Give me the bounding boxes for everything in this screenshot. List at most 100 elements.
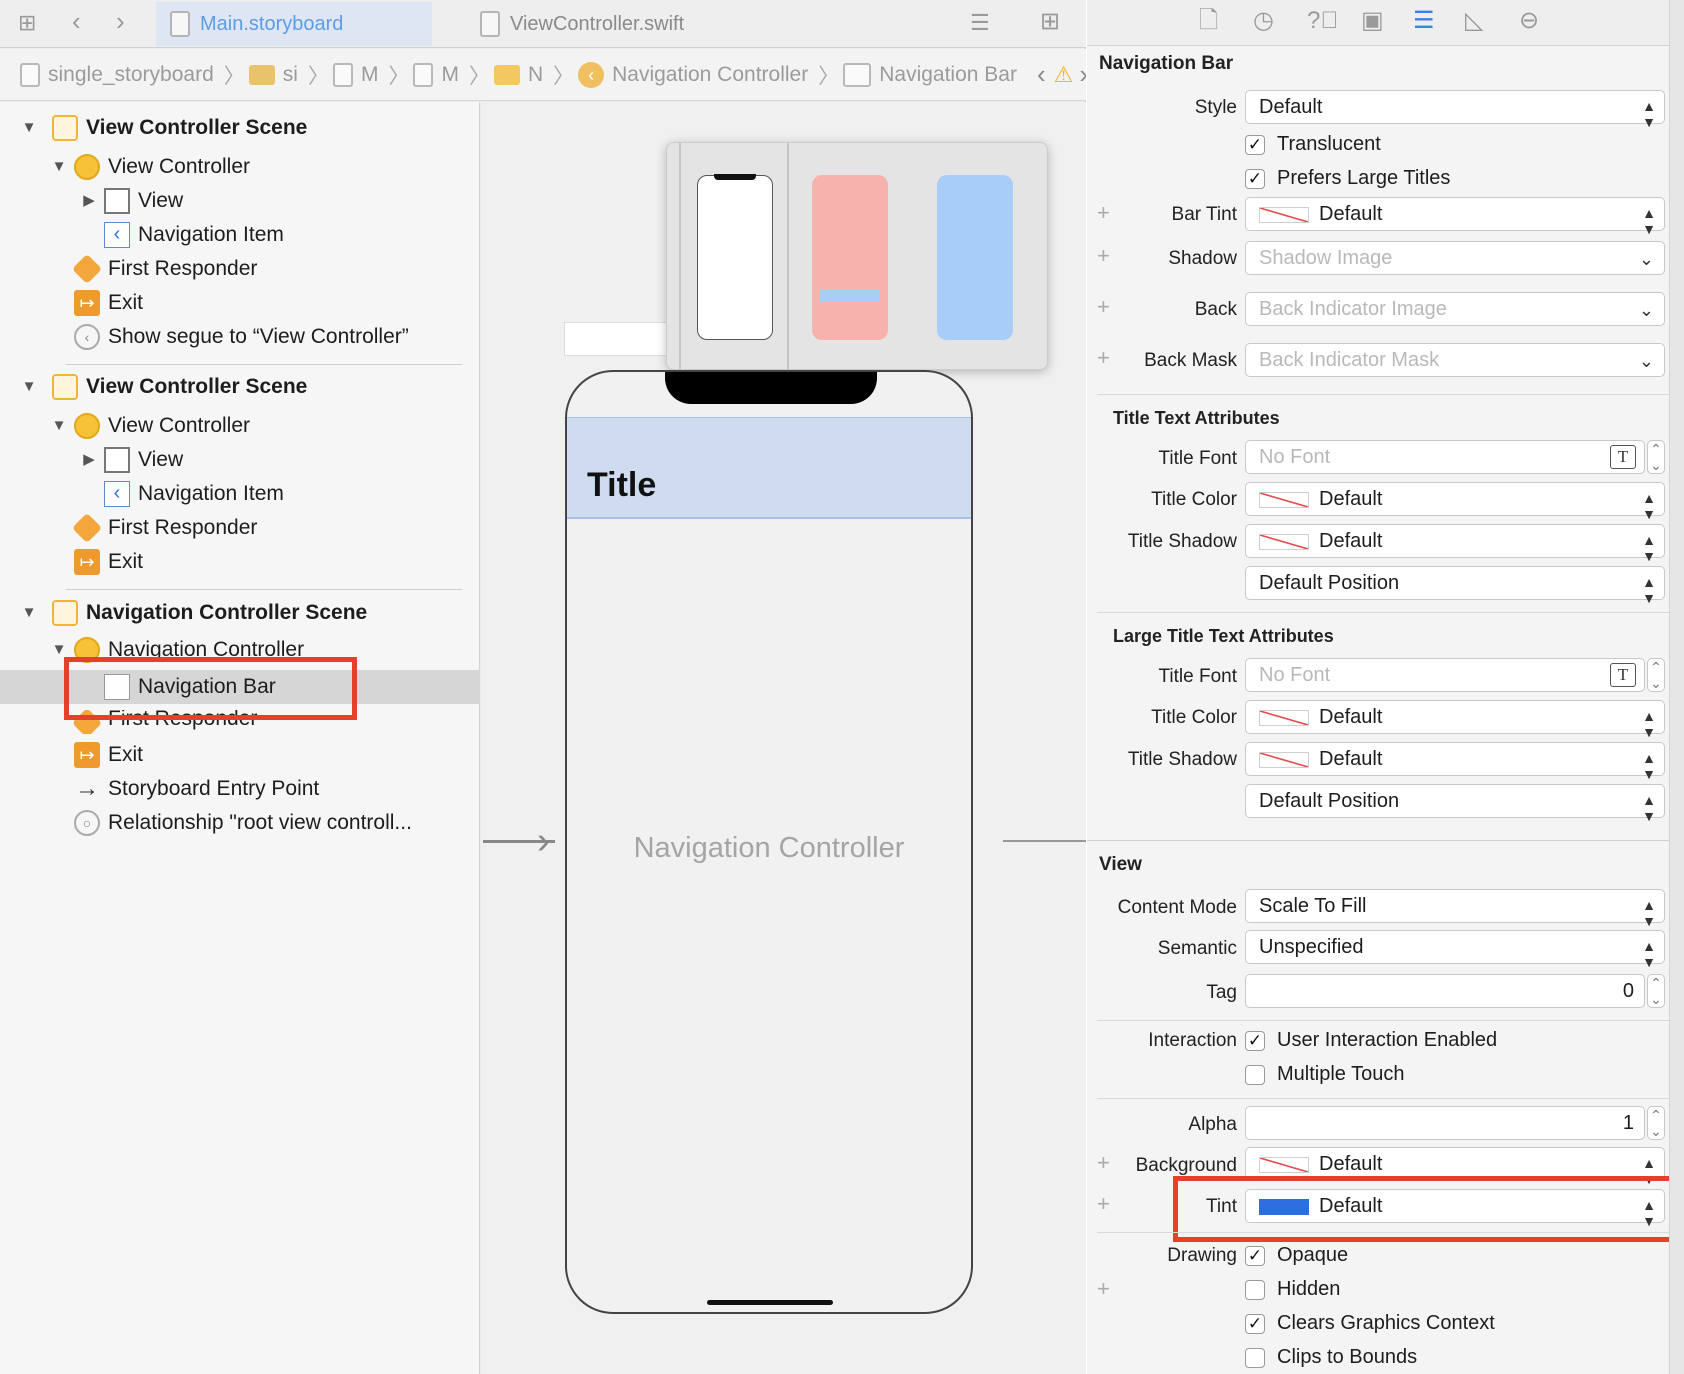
outline-exit[interactable]: ↦ Exit: [0, 545, 480, 579]
scene-icon: [52, 115, 78, 141]
color-swatch: [1259, 491, 1309, 508]
outline-scene-3[interactable]: ▼ Navigation Controller Scene: [0, 596, 480, 630]
attributes-inspector-icon[interactable]: ☰: [1413, 9, 1435, 33]
font-size-stepper[interactable]: ⌃ ⌄: [1647, 658, 1665, 692]
large-title-shadow-position-popup[interactable]: Default Position ▲ ▼: [1245, 784, 1665, 824]
large-title-font-field[interactable]: No Font T: [1245, 658, 1645, 692]
hidden-label: Hidden: [1277, 1278, 1341, 1300]
forward-arrow-icon[interactable]: ›: [116, 8, 125, 34]
chevron-down-icon[interactable]: ⌄: [1639, 243, 1654, 275]
add-editor-icon[interactable]: ⊞: [1040, 10, 1060, 34]
chevron-down-icon[interactable]: ⌄: [1639, 294, 1654, 326]
outline-first-responder[interactable]: First Responder: [0, 252, 480, 286]
jumpbar-file-1[interactable]: M: [332, 62, 378, 87]
alpha-stepper[interactable]: ⌃ ⌄: [1647, 1106, 1665, 1140]
multiple-touch-checkbox[interactable]: [1245, 1065, 1265, 1085]
opaque-checkbox[interactable]: ✓: [1245, 1246, 1265, 1266]
disclosure-closed-icon[interactable]: ▶: [80, 443, 98, 477]
title-shadow-popup[interactable]: Default ▲ ▼: [1245, 524, 1665, 564]
history-inspector-icon[interactable]: ◷: [1253, 9, 1274, 33]
style-popup[interactable]: Default ▲ ▼: [1245, 90, 1665, 130]
semantic-popup[interactable]: Unspecified ▲ ▼: [1245, 930, 1665, 970]
outline-view-controller[interactable]: ▼ View Controller: [0, 409, 480, 443]
inspector-scrollbar[interactable]: [1669, 0, 1684, 1374]
outline-first-responder[interactable]: First Responder: [0, 511, 480, 545]
jumpbar-scene[interactable]: ‹ Navigation Controller: [578, 61, 808, 88]
scene-dock[interactable]: [564, 322, 674, 356]
user-interaction-checkbox[interactable]: ✓: [1245, 1031, 1265, 1051]
jumpbar-project[interactable]: single_storyboard: [20, 62, 214, 87]
identity-inspector-icon[interactable]: ▣: [1361, 9, 1384, 33]
connections-inspector-icon[interactable]: ⊖: [1519, 9, 1539, 33]
device-notch: [665, 372, 877, 404]
jumpbar-group[interactable]: si: [248, 63, 298, 87]
hidden-checkbox[interactable]: [1245, 1280, 1265, 1300]
outline-navigation-item[interactable]: ‹ Navigation Item: [0, 477, 480, 511]
disclosure-open-icon[interactable]: ▼: [20, 370, 38, 404]
shadow-image-combobox[interactable]: Shadow Image ⌄: [1245, 241, 1665, 275]
font-picker-icon[interactable]: T: [1610, 663, 1636, 687]
outline-entry-point[interactable]: → Storyboard Entry Point: [0, 772, 480, 806]
tab-main-storyboard[interactable]: Main.storyboard: [156, 2, 432, 46]
tag-stepper[interactable]: ⌃ ⌄: [1647, 974, 1665, 1008]
font-picker-icon[interactable]: T: [1610, 445, 1636, 469]
outline-view[interactable]: ▶ View: [0, 184, 480, 218]
outline-exit[interactable]: ↦ Exit: [0, 286, 480, 320]
outline-scene-2[interactable]: ▼ View Controller Scene: [0, 370, 480, 404]
clears-graphics-context-checkbox[interactable]: ✓: [1245, 1314, 1265, 1334]
translucent-checkbox[interactable]: ✓: [1245, 135, 1265, 155]
outline-navigation-item[interactable]: ‹ Navigation Item: [0, 218, 480, 252]
large-title-color-popup[interactable]: Default ▲ ▼: [1245, 700, 1665, 740]
content-mode-popup[interactable]: Scale To Fill ▲ ▼: [1245, 889, 1665, 929]
bar-tint-label: Bar Tint: [1171, 204, 1237, 225]
editor-options-icon[interactable]: ☰: [970, 11, 990, 35]
view-controller-icon: [74, 154, 100, 180]
disclosure-open-icon[interactable]: ▼: [20, 111, 38, 145]
chevron-down-icon[interactable]: ⌄: [1639, 345, 1654, 377]
outline-scene-1[interactable]: ▼ View Controller Scene: [0, 111, 480, 145]
prefers-large-titles-checkbox[interactable]: ✓: [1245, 169, 1265, 189]
disclosure-open-icon[interactable]: ▼: [20, 596, 38, 630]
jumpbar-file-2[interactable]: M: [413, 62, 459, 87]
semantic-label: Semantic: [1157, 938, 1237, 959]
previous-issue-icon[interactable]: ‹: [1037, 59, 1046, 90]
alpha-field[interactable]: 1: [1245, 1106, 1645, 1140]
clears-graphics-context-label: Clears Graphics Context: [1277, 1312, 1495, 1334]
clips-to-bounds-checkbox[interactable]: [1245, 1348, 1265, 1368]
navigation-bar[interactable]: Title: [567, 417, 971, 519]
outline-view[interactable]: ▶ View: [0, 443, 480, 477]
outline-relationship[interactable]: ○ Relationship "root view controll...: [0, 806, 480, 840]
outline-exit[interactable]: ↦ Exit: [0, 738, 480, 772]
large-title-shadow-popup[interactable]: Default ▲ ▼: [1245, 742, 1665, 782]
title-shadow-position-popup[interactable]: Default Position ▲ ▼: [1245, 566, 1665, 606]
clips-to-bounds-label: Clips to Bounds: [1277, 1346, 1418, 1368]
scene-placeholder-label: Navigation Controller: [633, 832, 905, 864]
size-inspector-icon[interactable]: ◺: [1465, 9, 1483, 33]
help-inspector-icon[interactable]: ?⃝: [1307, 9, 1338, 33]
jumpbar-file-3[interactable]: N: [493, 63, 543, 87]
outline-segue[interactable]: ‹ Show segue to “View Controller”: [0, 320, 480, 354]
back-arrow-icon[interactable]: ‹: [72, 8, 81, 34]
next-issue-icon[interactable]: ›: [1079, 59, 1086, 90]
navigation-controller-scene-device[interactable]: Title Navigation Controller: [565, 370, 973, 1314]
tab-viewcontroller-swift[interactable]: ViewController.swift: [466, 2, 746, 46]
disclosure-open-icon[interactable]: ▼: [50, 150, 68, 184]
prefers-large-titles-label: Prefers Large Titles: [1277, 167, 1451, 189]
disclosure-open-icon[interactable]: ▼: [50, 409, 68, 443]
bar-tint-popup[interactable]: Default ▲ ▼: [1245, 197, 1665, 237]
back-indicator-combobox[interactable]: Back Indicator Image ⌄: [1245, 292, 1665, 326]
related-items-icon[interactable]: ⊞: [18, 11, 36, 35]
file-inspector-icon[interactable]: 🗋: [1199, 9, 1218, 33]
warning-icon[interactable]: ⚠: [1054, 62, 1074, 88]
tag-field[interactable]: 0: [1245, 974, 1645, 1008]
font-size-stepper[interactable]: ⌃ ⌄: [1647, 440, 1665, 474]
back-mask-combobox[interactable]: Back Indicator Mask ⌄: [1245, 343, 1665, 377]
title-font-field[interactable]: No Font T: [1245, 440, 1645, 474]
add-variation-icon[interactable]: +: [1097, 1276, 1110, 1302]
opaque-label: Opaque: [1277, 1244, 1349, 1266]
outline-view-controller[interactable]: ▼ View Controller: [0, 150, 480, 184]
jumpbar-element[interactable]: Navigation Bar: [843, 62, 1017, 87]
user-interaction-label: User Interaction Enabled: [1277, 1029, 1498, 1051]
title-color-popup[interactable]: Default ▲ ▼: [1245, 482, 1665, 522]
disclosure-closed-icon[interactable]: ▶: [80, 184, 98, 218]
